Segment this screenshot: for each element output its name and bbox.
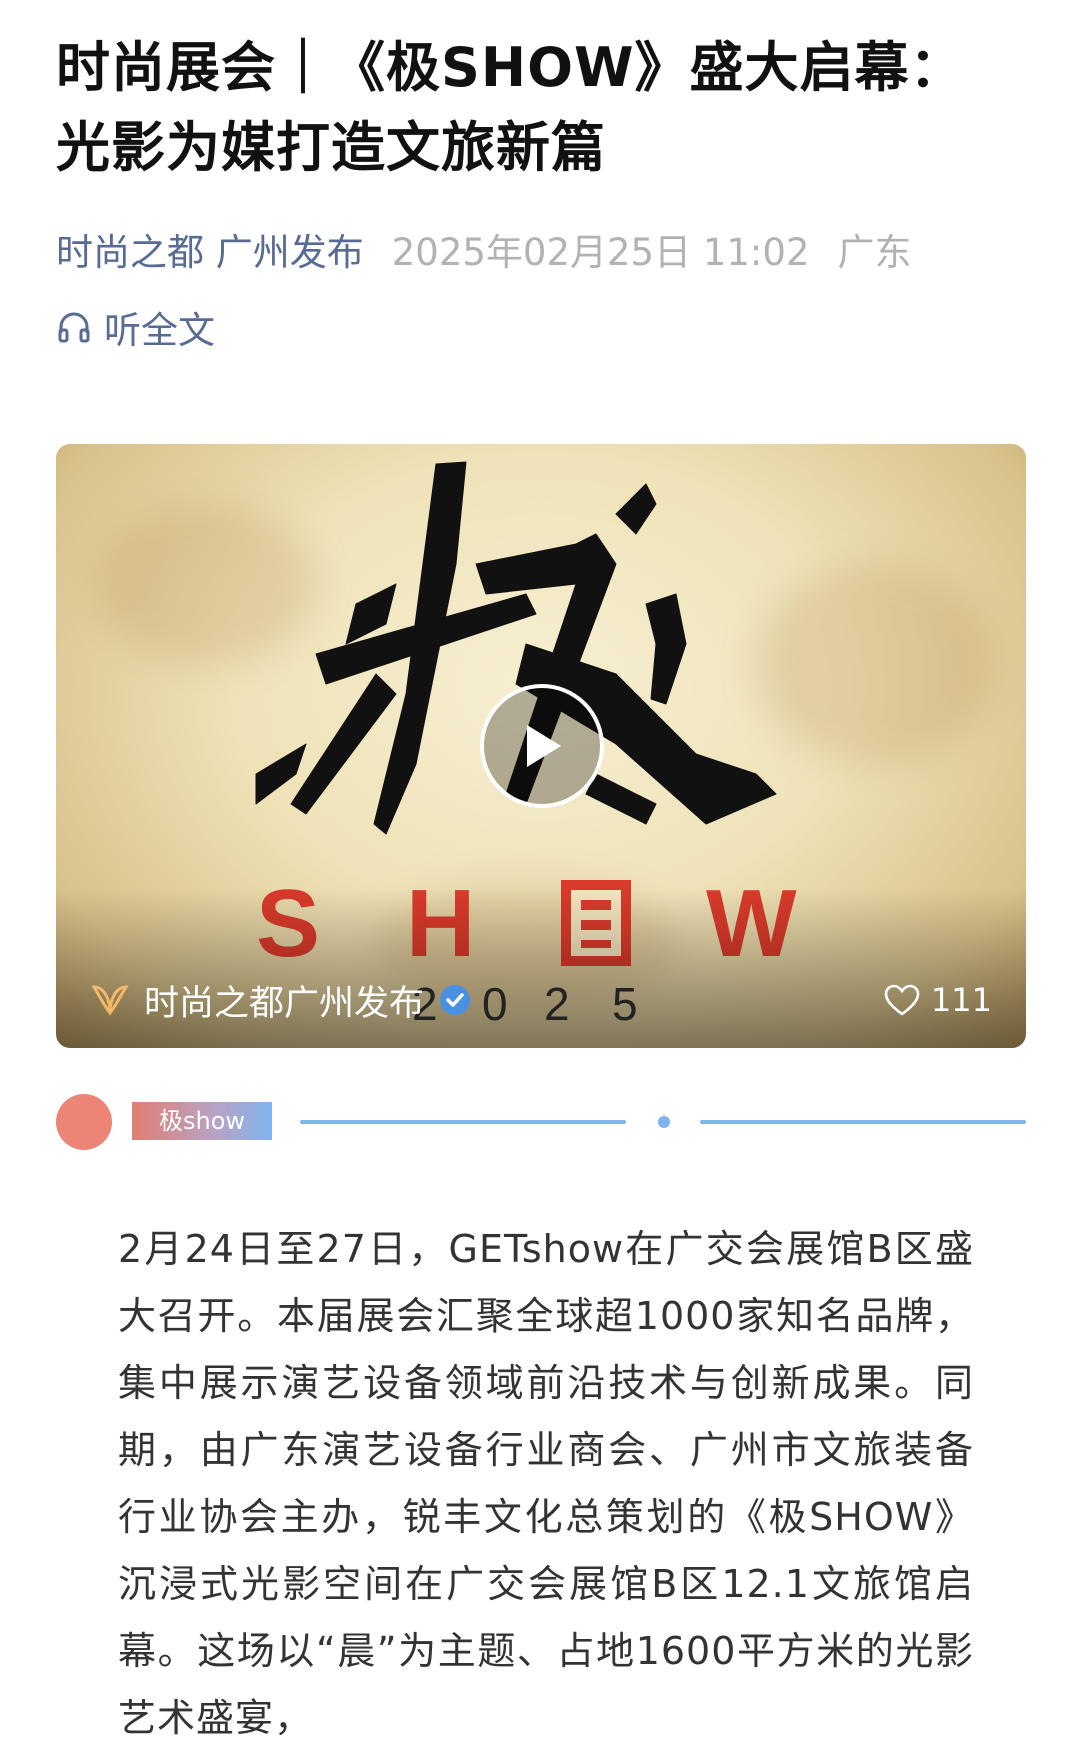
play-icon [527,725,561,767]
divider-tag: 极show [132,1102,272,1140]
listen-label: 听全文 [104,309,215,352]
article-meta: 时尚之都 广州发布 2025年02月25日 11:02 广东 [56,224,911,274]
poster-year-digit: 5 [612,978,638,1030]
verified-badge-icon [440,985,471,1015]
poster-year-digit: 2 [544,978,570,1030]
author-link[interactable]: 时尚之都 广州发布 [56,222,364,276]
listen-full-text-button[interactable]: 听全文 [56,302,215,352]
region-label: 广东 [837,231,912,274]
article-page: 时尚展会｜《极SHOW》盛大启幕：光影为媒打造文旅新篇 时尚之都 广州发布 20… [0,0,1080,1738]
publish-date: 2025年02月25日 11:02 [391,231,810,274]
divider-line [300,1120,626,1124]
article-paragraph: 2月24日至27日，GETshow在广交会展馆B区盛大召开。本届展会汇聚全球超1… [118,1227,974,1738]
section-divider: 极show [56,1094,1026,1150]
channel-name: 时尚之都广州发布 [144,983,425,1024]
video-player[interactable]: S H W 2 0 2 5 时尚之都广州发布 [56,444,1026,1048]
poster-year-digit: 0 [482,978,508,1030]
divider-line [700,1120,1026,1124]
calligraphy-graphic [255,461,777,835]
headphones-icon [58,312,90,343]
channel-logo-icon [91,985,129,1016]
video-channel[interactable]: 时尚之都广州发布 [90,972,472,1028]
heart-icon [884,984,920,1016]
like-count: 111 [930,981,992,1019]
divider-circle [56,1094,112,1150]
video-like-button[interactable]: 111 [883,972,992,1028]
play-button[interactable] [480,684,604,808]
divider-dot [658,1116,670,1128]
article-title: 时尚展会｜《极SHOW》盛大启幕：光影为媒打造文旅新篇 [56,36,965,179]
